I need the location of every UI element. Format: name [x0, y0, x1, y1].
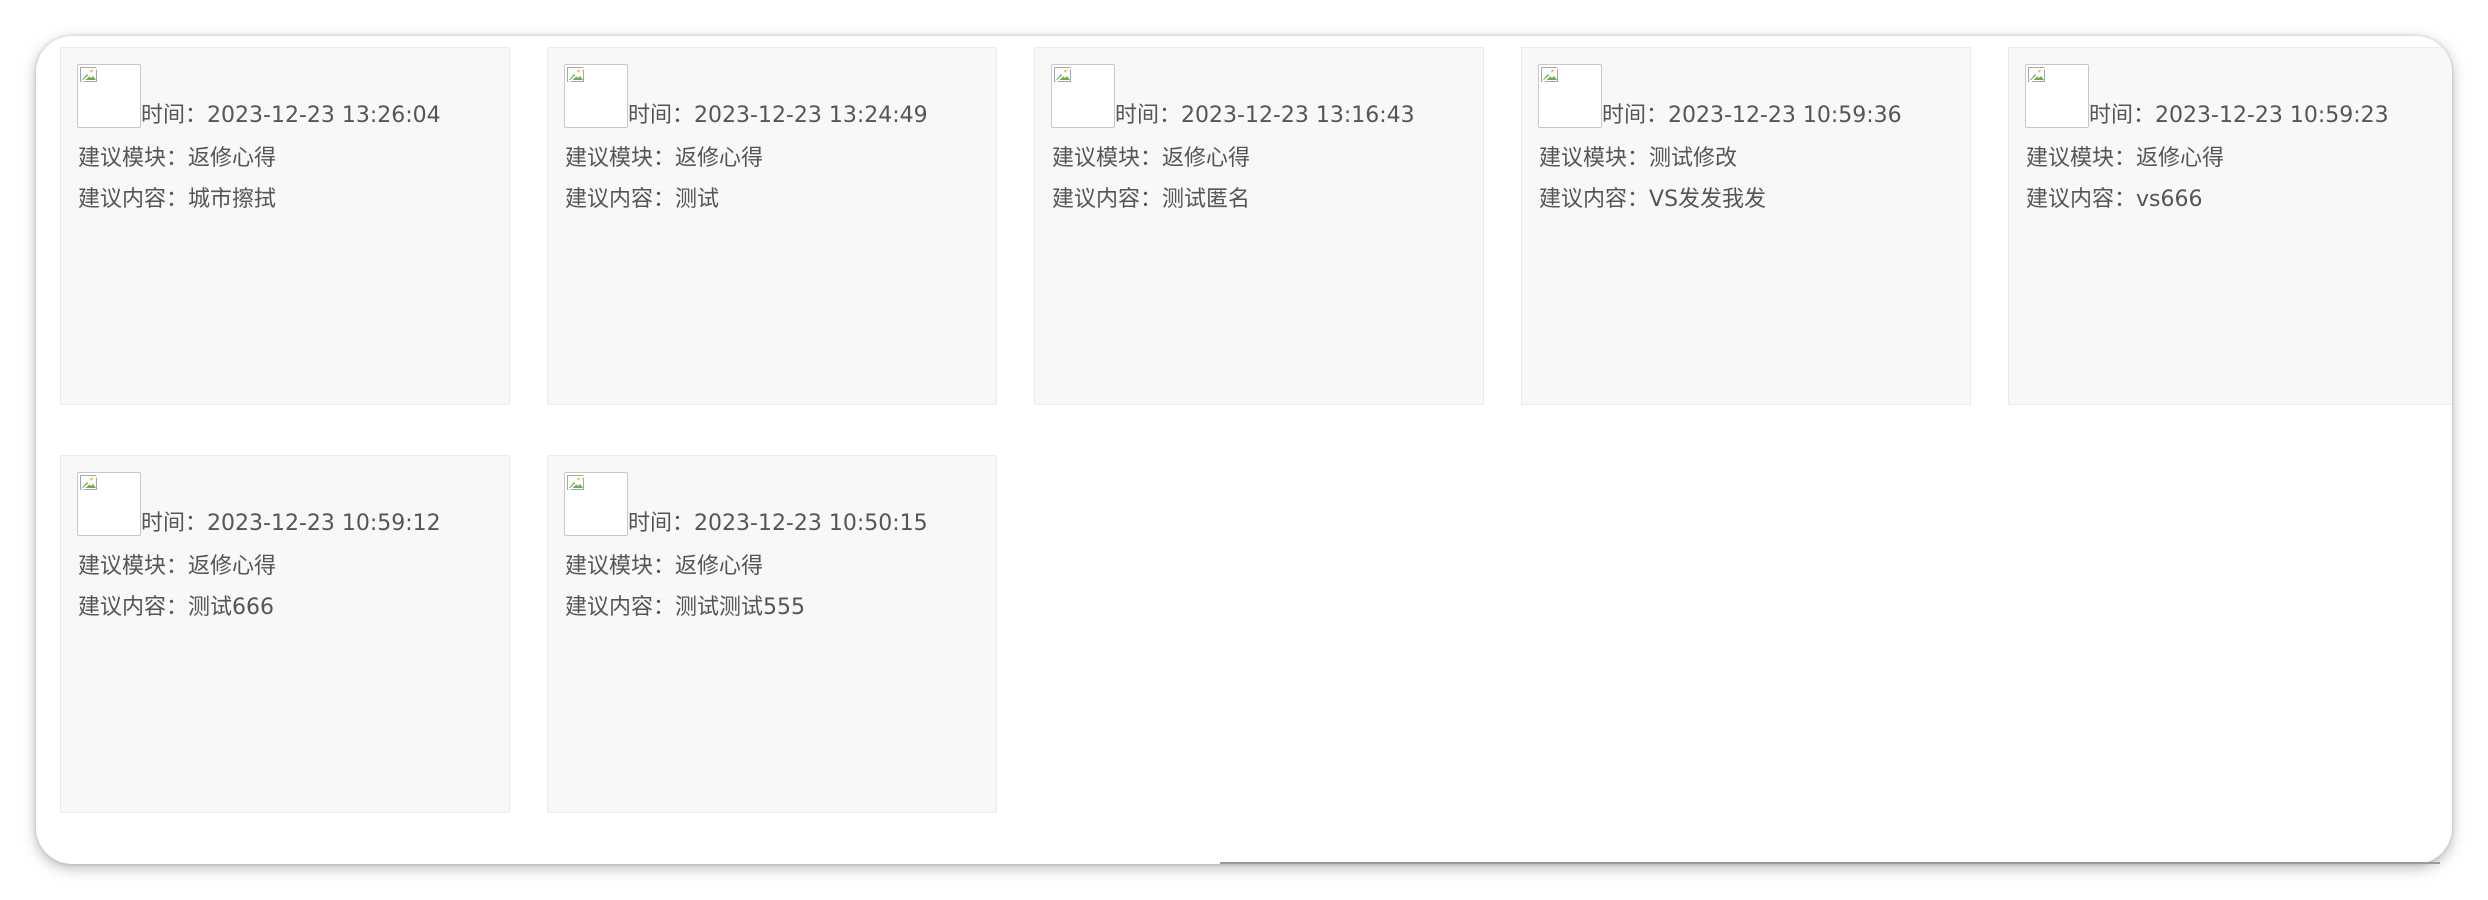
- content-value: 测试: [675, 187, 720, 212]
- time-label: 时间：: [2089, 103, 2156, 128]
- suggestion-card[interactable]: 时间：2023-12-23 13:26:04 建议模块：返修心得 建议内容：城市…: [60, 47, 510, 405]
- broken-image-icon: [564, 472, 628, 536]
- suggestion-card[interactable]: 时间：2023-12-23 10:59:23 建议模块：返修心得 建议内容：vs…: [2008, 47, 2452, 405]
- card-module: 建议模块：返修心得: [78, 145, 276, 173]
- content-value: 测试匿名: [1162, 187, 1251, 212]
- content-value: 测试测试555: [675, 595, 806, 620]
- time-value: 2023-12-23 10:59:12: [207, 511, 441, 536]
- time-label: 时间：: [1115, 103, 1182, 128]
- card-header: 时间：2023-12-23 13:24:49: [564, 64, 928, 128]
- app-window: 时间：2023-12-23 13:26:04 建议模块：返修心得 建议内容：城市…: [36, 36, 2452, 864]
- time-value: 2023-12-23 13:24:49: [694, 103, 928, 128]
- module-label: 建议模块：: [565, 554, 676, 579]
- card-content: 建议内容：测试: [565, 186, 719, 214]
- horizontal-scrollbar[interactable]: [1220, 862, 2440, 864]
- card-content: 建议内容：测试匿名: [1052, 186, 1250, 214]
- screenshot-stage: 时间：2023-12-23 13:26:04 建议模块：返修心得 建议内容：城市…: [0, 0, 2488, 900]
- content-label: 建议内容：: [1052, 187, 1163, 212]
- time-value: 2023-12-23 10:59:36: [1668, 103, 1902, 128]
- time-value: 2023-12-23 13:26:04: [207, 103, 441, 128]
- module-label: 建议模块：: [78, 554, 189, 579]
- time-label: 时间：: [628, 511, 695, 536]
- card-module: 建议模块：返修心得: [565, 145, 763, 173]
- card-header: 时间：2023-12-23 10:59:12: [77, 472, 441, 536]
- module-value: 返修心得: [675, 554, 764, 579]
- content-value: 测试666: [188, 595, 275, 620]
- content-value: VS发发我发: [1649, 187, 1767, 212]
- time-label: 时间：: [1602, 103, 1669, 128]
- module-value: 返修心得: [1162, 146, 1251, 171]
- module-value: 返修心得: [188, 554, 277, 579]
- broken-image-icon: [564, 64, 628, 128]
- content-label: 建议内容：: [1539, 187, 1650, 212]
- suggestion-card[interactable]: 时间：2023-12-23 10:59:12 建议模块：返修心得 建议内容：测试…: [60, 455, 510, 813]
- content-label: 建议内容：: [78, 187, 189, 212]
- content-label: 建议内容：: [2026, 187, 2137, 212]
- content-label: 建议内容：: [565, 187, 676, 212]
- card-header: 时间：2023-12-23 13:26:04: [77, 64, 441, 128]
- module-value: 测试修改: [1649, 146, 1738, 171]
- time-label: 时间：: [141, 511, 208, 536]
- card-time: 时间：2023-12-23 10:59:12: [141, 510, 441, 538]
- card-module: 建议模块：返修心得: [1052, 145, 1250, 173]
- time-value: 2023-12-23 13:16:43: [1181, 103, 1415, 128]
- module-label: 建议模块：: [78, 146, 189, 171]
- suggestion-card[interactable]: 时间：2023-12-23 13:16:43 建议模块：返修心得 建议内容：测试…: [1034, 47, 1484, 405]
- content-label: 建议内容：: [78, 595, 189, 620]
- card-content: 建议内容：VS发发我发: [1539, 186, 1766, 214]
- module-label: 建议模块：: [565, 146, 676, 171]
- card-content: 建议内容：测试666: [78, 594, 274, 622]
- card-module: 建议模块：测试修改: [1539, 145, 1737, 173]
- module-label: 建议模块：: [2026, 146, 2137, 171]
- card-time: 时间：2023-12-23 10:50:15: [628, 510, 928, 538]
- broken-image-icon: [2025, 64, 2089, 128]
- card-module: 建议模块：返修心得: [78, 553, 276, 581]
- suggestion-card[interactable]: 时间：2023-12-23 10:59:36 建议模块：测试修改 建议内容：VS…: [1521, 47, 1971, 405]
- broken-image-icon: [77, 64, 141, 128]
- card-header: 时间：2023-12-23 10:50:15: [564, 472, 928, 536]
- card-header: 时间：2023-12-23 13:16:43: [1051, 64, 1415, 128]
- content-value: 城市擦拭: [188, 187, 277, 212]
- card-content: 建议内容：vs666: [2026, 186, 2203, 214]
- card-header: 时间：2023-12-23 10:59:36: [1538, 64, 1902, 128]
- time-value: 2023-12-23 10:59:23: [2155, 103, 2389, 128]
- broken-image-icon: [1538, 64, 1602, 128]
- module-value: 返修心得: [2136, 146, 2225, 171]
- card-time: 时间：2023-12-23 10:59:36: [1602, 102, 1902, 130]
- time-label: 时间：: [141, 103, 208, 128]
- content-value: vs666: [2136, 187, 2203, 212]
- broken-image-icon: [77, 472, 141, 536]
- card-time: 时间：2023-12-23 13:26:04: [141, 102, 441, 130]
- module-label: 建议模块：: [1052, 146, 1163, 171]
- broken-image-icon: [1051, 64, 1115, 128]
- card-time: 时间：2023-12-23 13:24:49: [628, 102, 928, 130]
- time-value: 2023-12-23 10:50:15: [694, 511, 928, 536]
- card-time: 时间：2023-12-23 13:16:43: [1115, 102, 1415, 130]
- card-time: 时间：2023-12-23 10:59:23: [2089, 102, 2389, 130]
- module-label: 建议模块：: [1539, 146, 1650, 171]
- card-content: 建议内容：测试测试555: [565, 594, 805, 622]
- card-content: 建议内容：城市擦拭: [78, 186, 276, 214]
- card-module: 建议模块：返修心得: [565, 553, 763, 581]
- module-value: 返修心得: [675, 146, 764, 171]
- content-label: 建议内容：: [565, 595, 676, 620]
- suggestion-card[interactable]: 时间：2023-12-23 13:24:49 建议模块：返修心得 建议内容：测试: [547, 47, 997, 405]
- suggestion-card[interactable]: 时间：2023-12-23 10:50:15 建议模块：返修心得 建议内容：测试…: [547, 455, 997, 813]
- module-value: 返修心得: [188, 146, 277, 171]
- card-header: 时间：2023-12-23 10:59:23: [2025, 64, 2389, 128]
- time-label: 时间：: [628, 103, 695, 128]
- card-module: 建议模块：返修心得: [2026, 145, 2224, 173]
